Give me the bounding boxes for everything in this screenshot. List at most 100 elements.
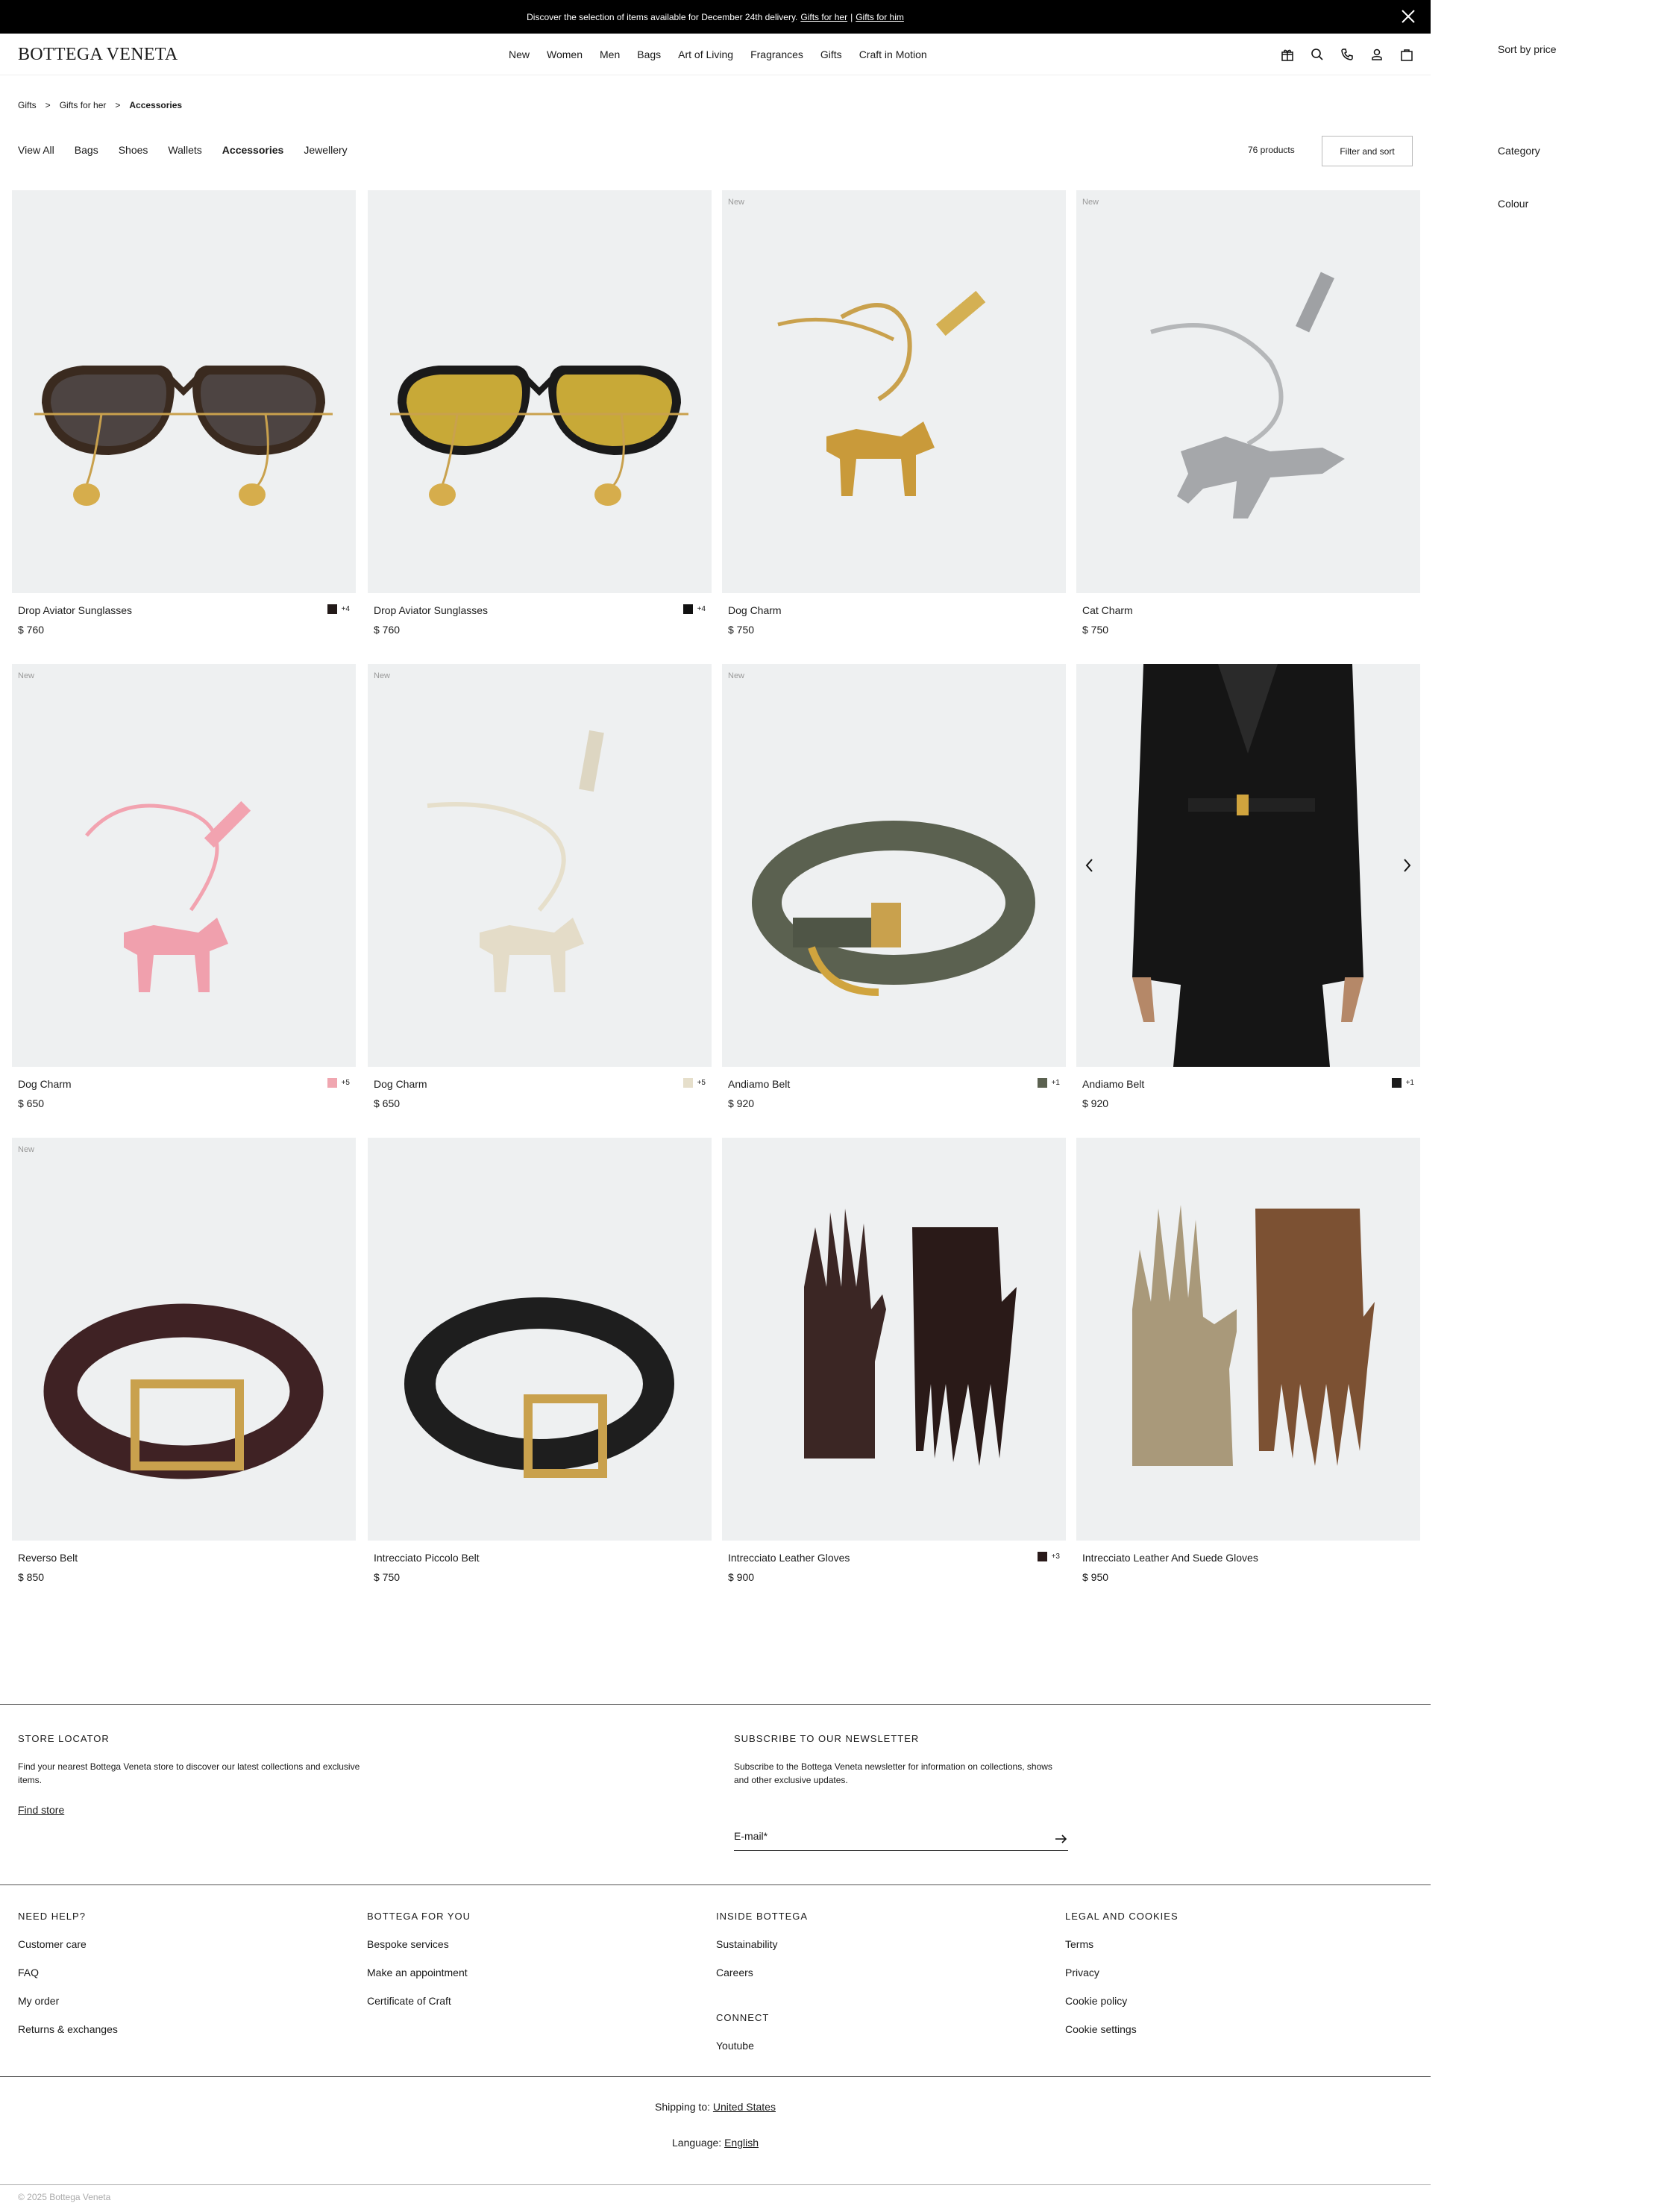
bag-icon[interactable] [1399,47,1414,62]
product-card[interactable]: Drop Aviator Sunglasses $ 760 +4 [12,190,356,636]
careers-link[interactable]: Careers [716,1967,753,1978]
product-name[interactable]: Drop Aviator Sunglasses [18,604,132,616]
account-icon[interactable] [1369,47,1384,62]
phone-icon[interactable] [1340,47,1355,62]
arrow-right-icon[interactable] [1053,1832,1068,1846]
product-name[interactable]: Dog Charm [728,604,782,616]
product-name[interactable]: Intrecciato Leather And Suede Gloves [1082,1552,1258,1564]
product-card[interactable]: New Cat Charm $ 750 [1076,190,1420,636]
color-swatch[interactable] [1037,1078,1047,1088]
product-card[interactable]: Drop Aviator Sunglasses $ 760 +4 [368,190,712,636]
product-name[interactable]: Cat Charm [1082,604,1133,616]
nav-fragrances[interactable]: Fragrances [750,48,803,60]
filter-and-sort-button[interactable]: Filter and sort [1322,136,1413,166]
product-card[interactable]: Intrecciato Leather Gloves $ 900 +3 [722,1138,1066,1583]
product-name[interactable]: Drop Aviator Sunglasses [374,604,488,616]
terms-link[interactable]: Terms [1065,1938,1093,1950]
product-card[interactable]: New Dog Charm $ 650 +5 [368,664,712,1109]
privacy-link[interactable]: Privacy [1065,1967,1099,1978]
color-swatches[interactable]: +1 [1037,1078,1060,1088]
product-image[interactable] [1076,664,1420,1067]
customer-care-link[interactable]: Customer care [18,1938,87,1950]
nav-men[interactable]: Men [600,48,620,60]
product-name[interactable]: Intrecciato Leather Gloves [728,1552,850,1564]
shipping-country-link[interactable]: United States [713,2101,776,2113]
youtube-link[interactable]: Youtube [716,2040,754,2052]
nav-women[interactable]: Women [547,48,583,60]
find-store-link[interactable]: Find store [18,1804,64,1816]
category-filter[interactable]: Category [1498,145,1540,157]
color-swatch[interactable] [327,1078,337,1088]
nav-new[interactable]: New [509,48,530,60]
nav-bags[interactable]: Bags [637,48,661,60]
faq-link[interactable]: FAQ [18,1967,39,1978]
product-image[interactable]: New [722,664,1066,1067]
nav-craft-in-motion[interactable]: Craft in Motion [859,48,927,60]
product-name[interactable]: Andiamo Belt [1082,1078,1144,1090]
tab-view-all[interactable]: View All [18,144,54,156]
language-link[interactable]: English [724,2137,759,2149]
make-appointment-link[interactable]: Make an appointment [367,1967,468,1978]
tab-accessories[interactable]: Accessories [222,144,284,156]
color-swatches[interactable]: +1 [1391,1078,1414,1088]
product-card[interactable]: Intrecciato Piccolo Belt $ 750 [368,1138,712,1583]
color-swatches[interactable]: +4 [682,604,706,614]
color-swatch[interactable] [682,1078,693,1088]
email-field[interactable] [734,1830,1068,1851]
color-swatch[interactable] [1391,1078,1402,1088]
nav-gifts[interactable]: Gifts [820,48,842,60]
sustainability-link[interactable]: Sustainability [716,1938,778,1950]
gift-icon[interactable] [1280,47,1295,62]
product-card[interactable]: New Dog Charm $ 650 +5 [12,664,356,1109]
product-card[interactable]: New Andiamo Belt $ 920 +1 [722,664,1066,1109]
certificate-of-craft-link[interactable]: Certificate of Craft [367,1995,451,2007]
product-name[interactable]: Dog Charm [374,1078,427,1090]
breadcrumb-gifts-for-her[interactable]: Gifts for her [60,100,107,110]
product-name[interactable]: Reverso Belt [18,1552,78,1564]
color-swatch[interactable] [682,604,693,614]
returns-link[interactable]: Returns & exchanges [18,2023,118,2035]
colour-filter[interactable]: Colour [1498,198,1528,210]
cookie-settings-link[interactable]: Cookie settings [1065,2023,1137,2035]
product-image[interactable] [368,190,712,593]
tab-bags[interactable]: Bags [75,144,98,156]
product-card[interactable]: Intrecciato Leather And Suede Gloves $ 9… [1076,1138,1420,1583]
product-image[interactable]: New [12,664,356,1067]
product-image[interactable]: New [12,1138,356,1541]
chevron-right-icon[interactable] [1399,856,1414,874]
product-name[interactable]: Intrecciato Piccolo Belt [374,1552,480,1564]
close-icon[interactable] [1399,7,1417,25]
tab-jewellery[interactable]: Jewellery [304,144,347,156]
sort-by-price[interactable]: Sort by price [1498,43,1557,55]
product-card[interactable]: New Dog Charm $ 750 [722,190,1066,636]
gifts-for-her-link[interactable]: Gifts for her [800,12,847,22]
product-image[interactable] [12,190,356,593]
color-swatches[interactable]: +3 [1037,1552,1060,1561]
email-input[interactable] [734,1830,1032,1842]
color-swatch[interactable] [1037,1552,1047,1561]
product-image[interactable] [368,1138,712,1541]
breadcrumb-gifts[interactable]: Gifts [18,100,37,110]
product-image[interactable]: New [368,664,712,1067]
color-swatches[interactable]: +5 [327,1078,350,1088]
cookie-policy-link[interactable]: Cookie policy [1065,1995,1127,2007]
chevron-left-icon[interactable] [1082,856,1097,874]
product-image[interactable]: New [722,190,1066,593]
bespoke-services-link[interactable]: Bespoke services [367,1938,449,1950]
product-card[interactable]: New Reverso Belt $ 850 [12,1138,356,1583]
product-image[interactable] [722,1138,1066,1541]
product-name[interactable]: Andiamo Belt [728,1078,790,1090]
product-image[interactable] [1076,1138,1420,1541]
gifts-for-him-link[interactable]: Gifts for him [856,12,904,22]
product-card[interactable]: Andiamo Belt $ 920 +1 [1076,664,1420,1109]
tab-shoes[interactable]: Shoes [119,144,148,156]
color-swatch[interactable] [327,604,337,614]
color-swatches[interactable]: +4 [327,604,350,614]
product-image[interactable]: New [1076,190,1420,593]
brand-logo[interactable]: BOTTEGA VENETA [18,45,178,65]
nav-art-of-living[interactable]: Art of Living [678,48,733,60]
my-order-link[interactable]: My order [18,1995,59,2007]
search-icon[interactable] [1310,47,1325,62]
color-swatches[interactable]: +5 [682,1078,706,1088]
product-name[interactable]: Dog Charm [18,1078,72,1090]
